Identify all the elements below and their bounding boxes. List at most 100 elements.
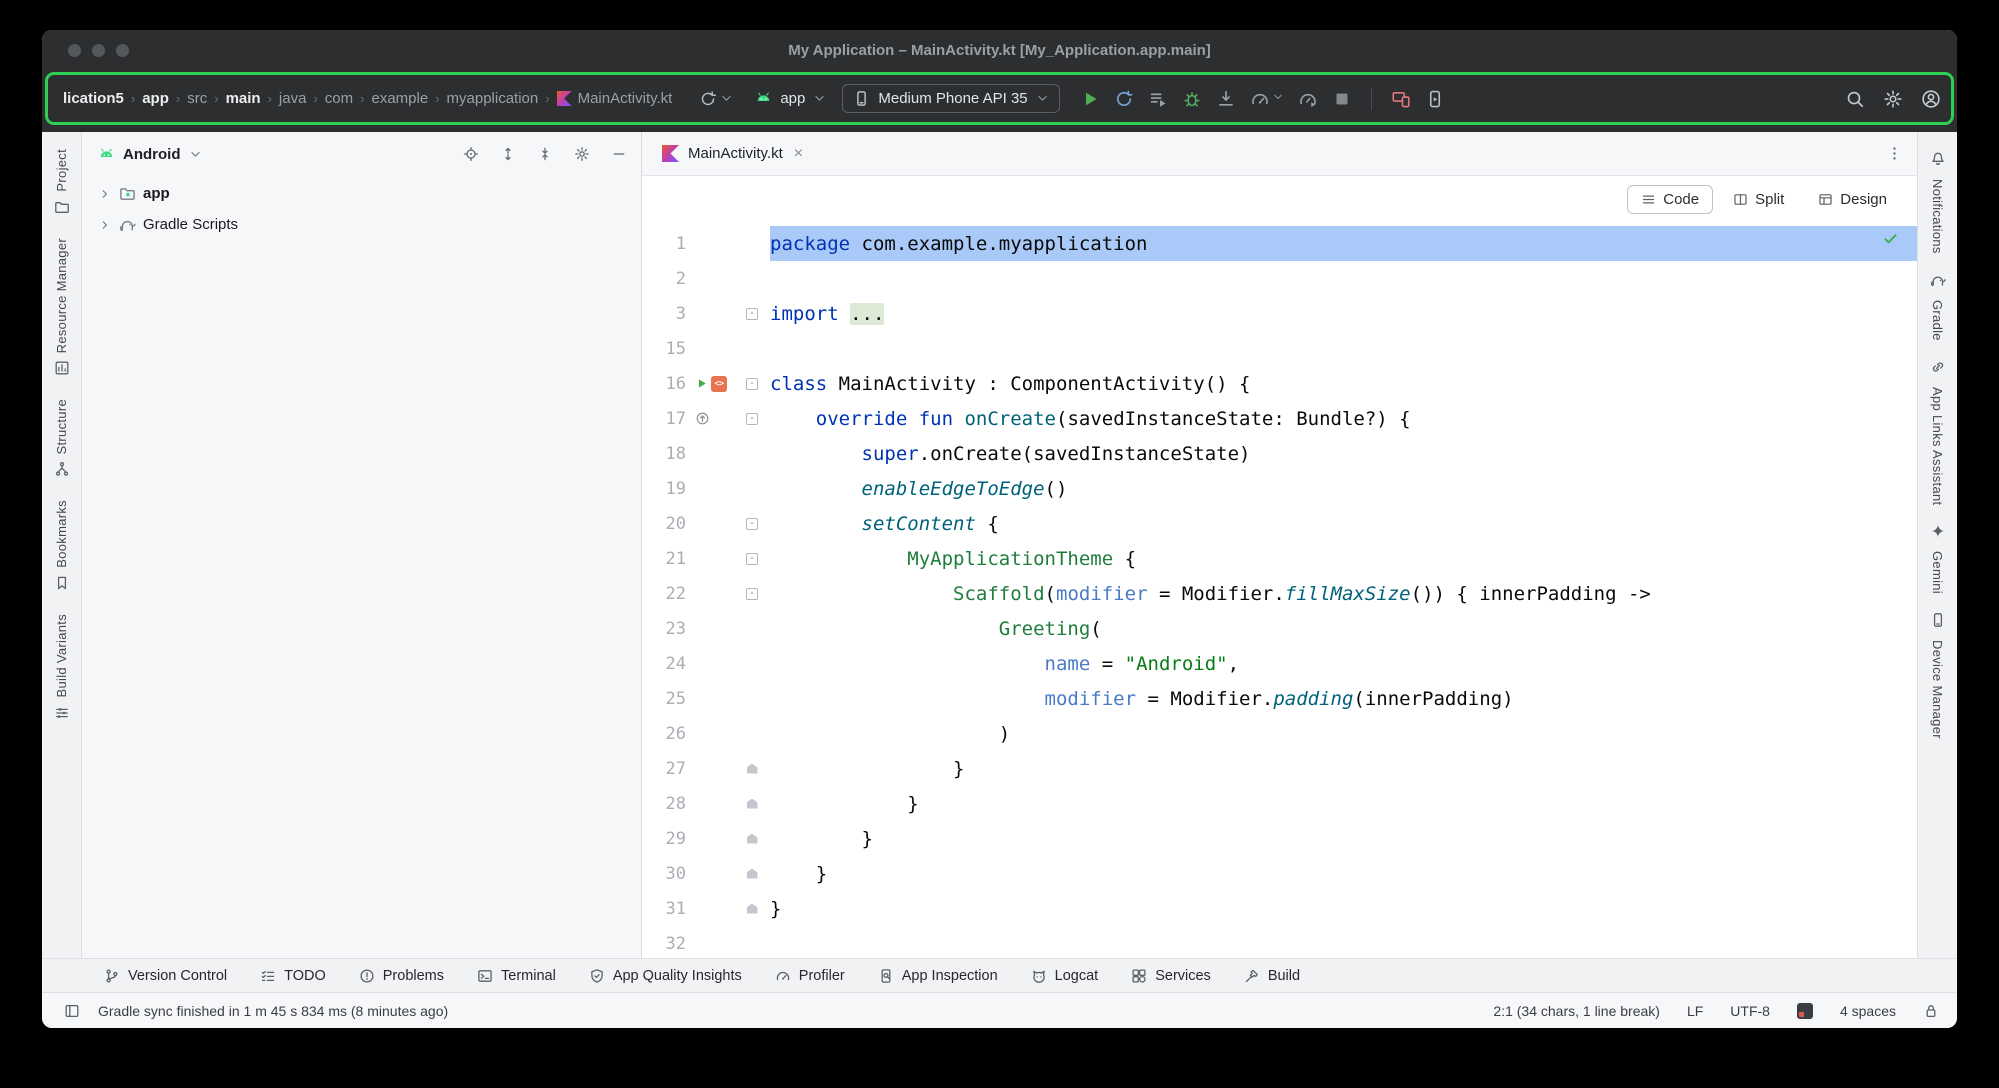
caret-position[interactable]: 2:1 (34 chars, 1 line break) xyxy=(1493,1003,1660,1019)
settings-button[interactable] xyxy=(1883,89,1903,109)
tool-window-button-version-control[interactable]: Version Control xyxy=(104,968,227,984)
sync-project-button[interactable] xyxy=(693,86,739,112)
run-config-select[interactable]: app xyxy=(745,85,836,112)
profile-low-overhead-button[interactable] xyxy=(1298,89,1318,109)
code-line[interactable]: 17- override fun onCreate(savedInstanceS… xyxy=(642,401,1917,436)
fold-marker[interactable]: - xyxy=(746,588,758,600)
override-gutter-icon[interactable] xyxy=(695,411,710,426)
collapse-all-icon[interactable] xyxy=(537,146,553,162)
fold-marker[interactable]: - xyxy=(746,413,758,425)
tool-stripe-button-notifications[interactable]: Notifications xyxy=(1930,142,1946,263)
fold-marker[interactable]: - xyxy=(746,518,758,530)
tool-window-button-problems[interactable]: Problems xyxy=(359,968,444,984)
device-mirroring-button[interactable] xyxy=(1391,89,1411,109)
apply-changes-button[interactable] xyxy=(1114,89,1134,109)
code-line[interactable]: 1package com.example.myapplication xyxy=(642,226,1917,261)
layout-icon[interactable] xyxy=(64,1003,80,1019)
select-opened-file-icon[interactable] xyxy=(463,146,479,162)
tool-window-button-app-quality-insights[interactable]: App Quality Insights xyxy=(589,968,742,984)
tool-window-button-app-inspection[interactable]: App Inspection xyxy=(878,968,998,984)
tool-stripe-button-resource-manager[interactable]: Resource Manager xyxy=(54,229,70,390)
inspections-ok-icon[interactable] xyxy=(1882,230,1899,247)
tool-window-button-todo[interactable]: TODO xyxy=(260,968,326,984)
view-mode-split[interactable]: Split xyxy=(1719,185,1798,214)
chevron-right-icon[interactable] xyxy=(98,218,112,232)
chevron-right-icon[interactable] xyxy=(98,187,112,201)
fold-end-marker[interactable] xyxy=(747,904,758,914)
run-tasks-button[interactable] xyxy=(1148,89,1168,109)
search-everywhere-button[interactable] xyxy=(1845,89,1865,109)
tool-window-button-logcat[interactable]: Logcat xyxy=(1031,968,1099,984)
tool-stripe-button-gradle[interactable]: Gradle xyxy=(1930,263,1946,350)
tool-window-button-profiler[interactable]: Profiler xyxy=(775,968,845,984)
code-line[interactable]: 26 ) xyxy=(642,716,1917,751)
indent-indicator[interactable]: 4 spaces xyxy=(1840,1003,1896,1019)
code-line[interactable]: 20- setContent { xyxy=(642,506,1917,541)
code-line[interactable]: 3-import ... xyxy=(642,296,1917,331)
debug-button[interactable] xyxy=(1182,89,1202,109)
hide-panel-icon[interactable] xyxy=(611,146,627,162)
tree-item-gradle-scripts[interactable]: Gradle Scripts xyxy=(82,209,641,240)
fold-end-marker[interactable] xyxy=(747,869,758,879)
code-line[interactable]: 19 enableEdgeToEdge() xyxy=(642,471,1917,506)
tool-stripe-button-project[interactable]: Project xyxy=(54,140,70,229)
breadcrumb-item[interactable]: main xyxy=(221,90,266,107)
view-mode-code[interactable]: Code xyxy=(1627,185,1713,214)
tab-options-icon[interactable] xyxy=(1886,145,1903,162)
tool-stripe-button-app-links-assistant[interactable]: App Links Assistant xyxy=(1930,350,1946,514)
running-devices-button[interactable] xyxy=(1425,89,1445,109)
attach-debugger-button[interactable] xyxy=(1216,89,1236,109)
lock-icon[interactable] xyxy=(1923,1003,1939,1019)
stop-button[interactable] xyxy=(1332,89,1352,109)
tool-window-button-build[interactable]: Build xyxy=(1244,968,1300,984)
zoom-window-button[interactable] xyxy=(116,44,129,57)
tool-stripe-button-build-variants[interactable]: Build Variants xyxy=(54,605,70,734)
breadcrumb-item[interactable]: app xyxy=(137,90,174,107)
breadcrumb-item[interactable]: java xyxy=(274,90,312,107)
tool-stripe-button-bookmarks[interactable]: Bookmarks xyxy=(54,491,70,605)
minimize-window-button[interactable] xyxy=(92,44,105,57)
breadcrumb-item[interactable]: com xyxy=(320,90,358,107)
profiler-button[interactable] xyxy=(1250,89,1284,109)
breadcrumb-item[interactable]: MainActivity.kt xyxy=(552,90,678,107)
line-ending-indicator[interactable]: LF xyxy=(1687,1003,1703,1019)
code-line[interactable]: 28 } xyxy=(642,786,1917,821)
status-plugin-icon[interactable] xyxy=(1797,1003,1813,1019)
device-select[interactable]: Medium Phone API 35 xyxy=(842,84,1059,113)
code-line[interactable]: 32 xyxy=(642,926,1917,958)
fold-end-marker[interactable] xyxy=(747,764,758,774)
fold-marker[interactable]: - xyxy=(746,378,758,390)
tool-window-button-services[interactable]: Services xyxy=(1131,968,1211,984)
code-line[interactable]: 30 } xyxy=(642,856,1917,891)
code-line[interactable]: 2 xyxy=(642,261,1917,296)
code-line[interactable]: 29 } xyxy=(642,821,1917,856)
code-line[interactable]: 18 super.onCreate(savedInstanceState) xyxy=(642,436,1917,471)
close-window-button[interactable] xyxy=(68,44,81,57)
code-line[interactable]: 22- Scaffold(modifier = Modifier.fillMax… xyxy=(642,576,1917,611)
chevron-down-icon[interactable] xyxy=(189,148,202,161)
tool-stripe-button-structure[interactable]: Structure xyxy=(54,390,70,491)
code-line[interactable]: 21- MyApplicationTheme { xyxy=(642,541,1917,576)
fold-marker[interactable]: - xyxy=(746,308,758,320)
tool-window-button-terminal[interactable]: Terminal xyxy=(477,968,556,984)
run-button[interactable] xyxy=(1080,89,1100,109)
fold-end-marker[interactable] xyxy=(747,834,758,844)
encoding-indicator[interactable]: UTF-8 xyxy=(1730,1003,1770,1019)
code-line[interactable]: 23 Greeting( xyxy=(642,611,1917,646)
breadcrumb-item[interactable]: example xyxy=(366,90,433,107)
project-view-selector[interactable]: Android xyxy=(123,146,181,163)
profile-avatar-button[interactable] xyxy=(1921,89,1941,109)
code-line[interactable]: 15 xyxy=(642,331,1917,366)
editor-tab[interactable]: MainActivity.kt × xyxy=(650,132,815,175)
fold-end-marker[interactable] xyxy=(747,799,758,809)
close-tab-icon[interactable]: × xyxy=(794,145,803,163)
panel-settings-icon[interactable] xyxy=(574,146,590,162)
breadcrumb-item[interactable]: src xyxy=(182,90,212,107)
code-line[interactable]: 16<>-class MainActivity : ComponentActiv… xyxy=(642,366,1917,401)
code-line[interactable]: 24 name = "Android", xyxy=(642,646,1917,681)
code-line[interactable]: 25 modifier = Modifier.padding(innerPadd… xyxy=(642,681,1917,716)
code-editor[interactable]: CodeSplitDesign 1package com.example.mya… xyxy=(642,176,1917,958)
breadcrumb-item[interactable]: myapplication xyxy=(442,90,544,107)
tool-stripe-button-gemini[interactable]: Gemini xyxy=(1930,514,1946,603)
run-gutter-icon[interactable] xyxy=(695,377,708,390)
